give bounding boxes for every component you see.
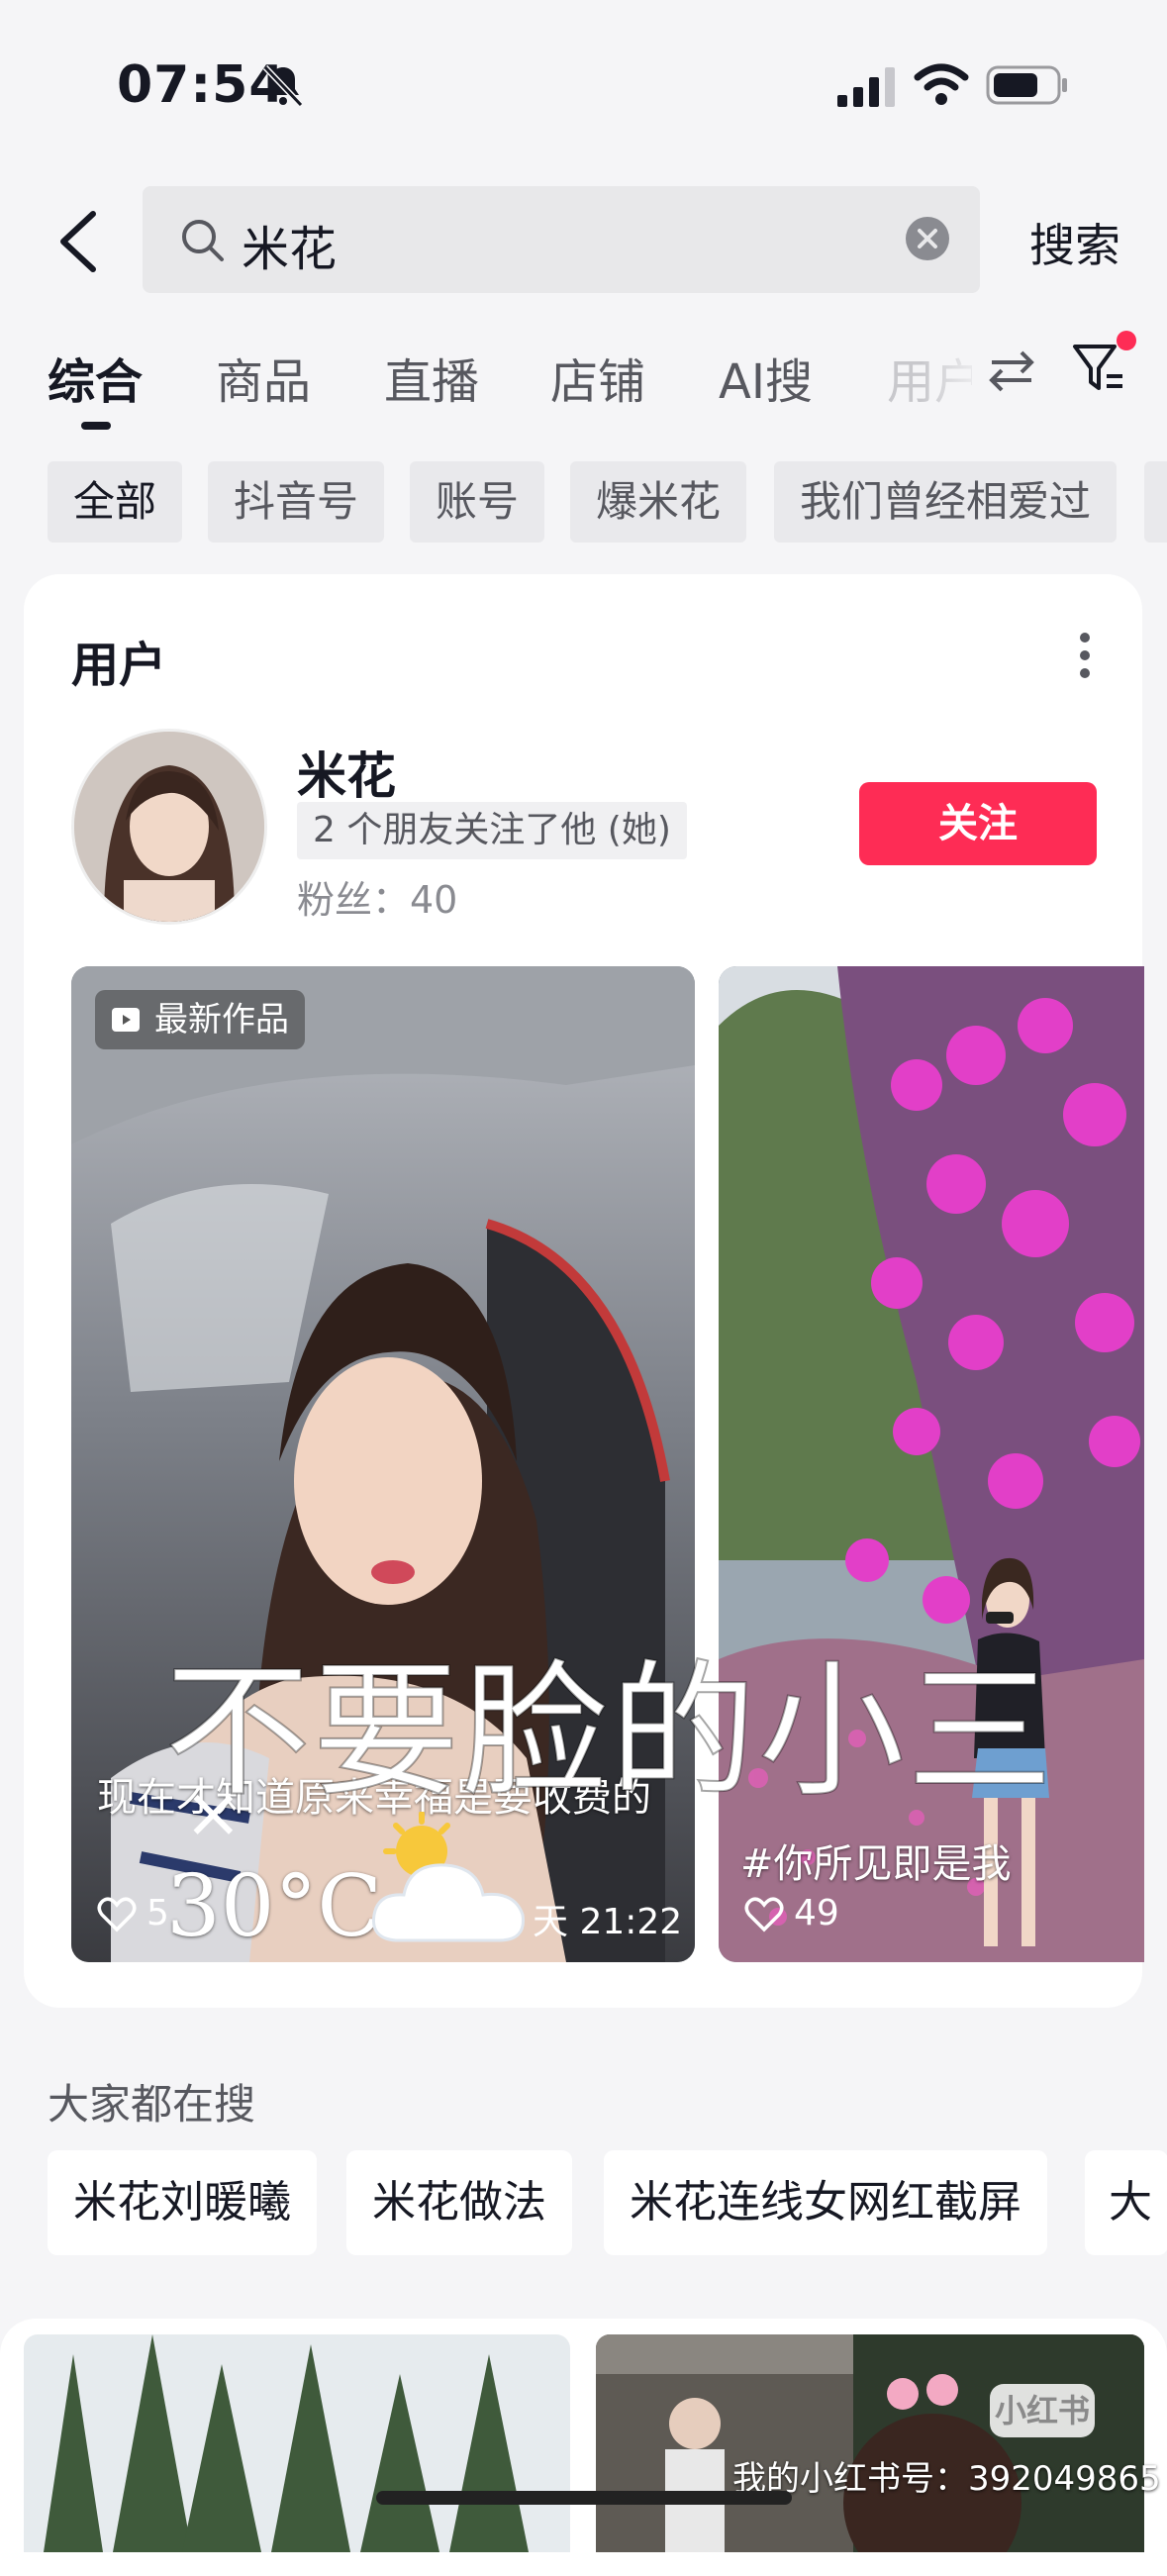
- tab-ai-search[interactable]: AI搜: [719, 343, 813, 412]
- video-icon: [112, 1008, 140, 1032]
- trending-title: 大家都在搜: [48, 2080, 256, 2129]
- cell-signal-icon: [837, 67, 895, 107]
- watermark-account-text: 我的小红书号：392049865: [732, 2459, 1161, 2499]
- trending-item[interactable]: 米花刘暖曦: [48, 2150, 317, 2255]
- post-caption: #你所见即是我: [740, 1841, 1012, 1887]
- tab-comprehensive[interactable]: 综合: [48, 343, 143, 412]
- overlay-caption-text: 不要脸的小三: [163, 1649, 1055, 1815]
- search-button[interactable]: 搜索: [1029, 210, 1120, 275]
- section-title: 用户: [71, 638, 167, 693]
- chip-account[interactable]: 账号: [410, 461, 545, 543]
- xiaohongshu-logo: 小红书: [990, 2384, 1095, 2437]
- mutual-friends-badge: 2 个朋友关注了他 (她): [297, 802, 687, 859]
- post-date: 天 21:22: [533, 1902, 683, 1942]
- swap-arrows-icon[interactable]: [988, 348, 1035, 392]
- tab-shops[interactable]: 店铺: [550, 343, 645, 412]
- home-indicator[interactable]: [376, 2491, 792, 2505]
- trending-item[interactable]: 米花做法: [346, 2150, 572, 2255]
- video-thumbnail[interactable]: [24, 2334, 570, 2552]
- chip-song[interactable]: 我们曾经相爱过: [774, 461, 1118, 543]
- chip-popcorn[interactable]: 爆米花: [570, 461, 747, 543]
- bell-muted-icon: [262, 64, 304, 108]
- clear-icon[interactable]: [905, 216, 950, 261]
- wifi-icon: [914, 63, 969, 105]
- tab-fade-overlay: [921, 327, 990, 416]
- avatar[interactable]: [71, 729, 267, 925]
- weather-temperature: 30°C: [166, 1857, 383, 1956]
- tab-products[interactable]: 商品: [216, 343, 311, 412]
- battery-icon: [986, 65, 1067, 105]
- chip-more[interactable]: [1144, 461, 1167, 543]
- filter-notification-dot: [1117, 331, 1136, 350]
- back-arrow-icon[interactable]: [53, 210, 109, 273]
- more-options-icon[interactable]: [1077, 632, 1093, 679]
- chip-all[interactable]: 全部: [48, 461, 183, 543]
- partly-cloudy-icon: [371, 1812, 525, 1942]
- heart-icon: [97, 1897, 137, 1932]
- filter-icon[interactable]: [1071, 341, 1126, 396]
- heart-icon: [744, 1897, 784, 1932]
- video-thumbnail[interactable]: [596, 2334, 1144, 2552]
- like-count: 49: [794, 1893, 839, 1933]
- search-query-text: 米花: [242, 222, 338, 277]
- tab-live[interactable]: 直播: [384, 343, 479, 412]
- user-name[interactable]: 米花: [297, 737, 396, 808]
- latest-work-badge: 最新作品: [95, 990, 305, 1049]
- follower-count: 粉丝：40: [297, 878, 458, 922]
- trending-item[interactable]: 大: [1085, 2150, 1167, 2255]
- overlay-x-mark: ×: [184, 1772, 243, 1853]
- follow-button[interactable]: 关注: [859, 782, 1097, 865]
- search-icon: [182, 220, 224, 261]
- chip-douyin-id[interactable]: 抖音号: [208, 461, 385, 543]
- search-input[interactable]: 米花: [143, 186, 980, 293]
- trending-item[interactable]: 米花连线女网红截屏: [604, 2150, 1047, 2255]
- tab-active-indicator: [81, 422, 111, 430]
- latest-work-label: 最新作品: [154, 1000, 289, 1040]
